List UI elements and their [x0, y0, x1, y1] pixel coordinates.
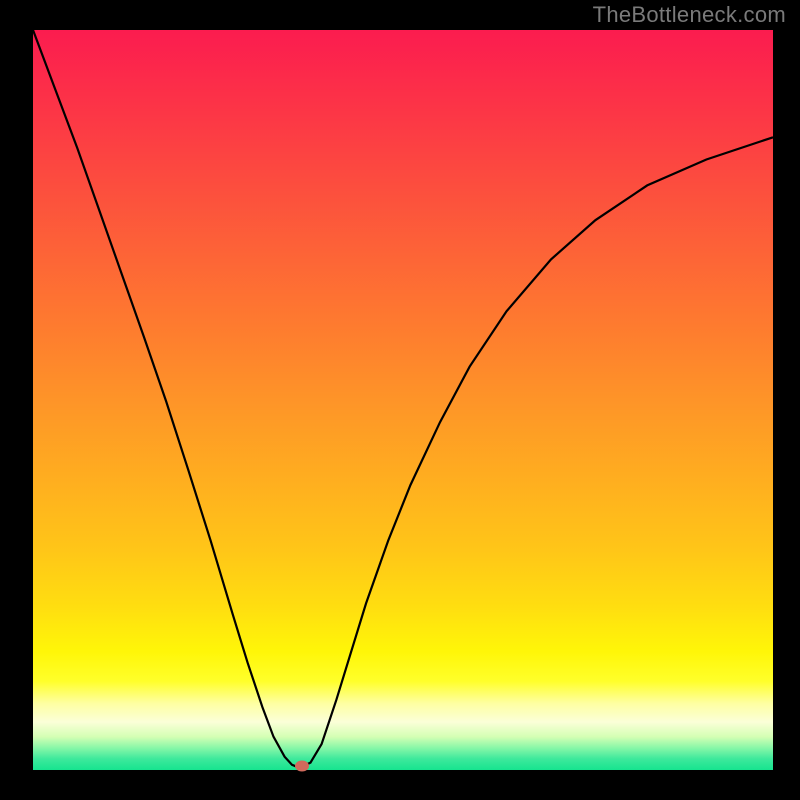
- plot-area: [33, 30, 773, 770]
- chart-frame: TheBottleneck.com: [0, 0, 800, 800]
- optimal-point-marker: [295, 760, 309, 771]
- bottleneck-curve: [33, 30, 773, 770]
- watermark-text: TheBottleneck.com: [593, 2, 786, 28]
